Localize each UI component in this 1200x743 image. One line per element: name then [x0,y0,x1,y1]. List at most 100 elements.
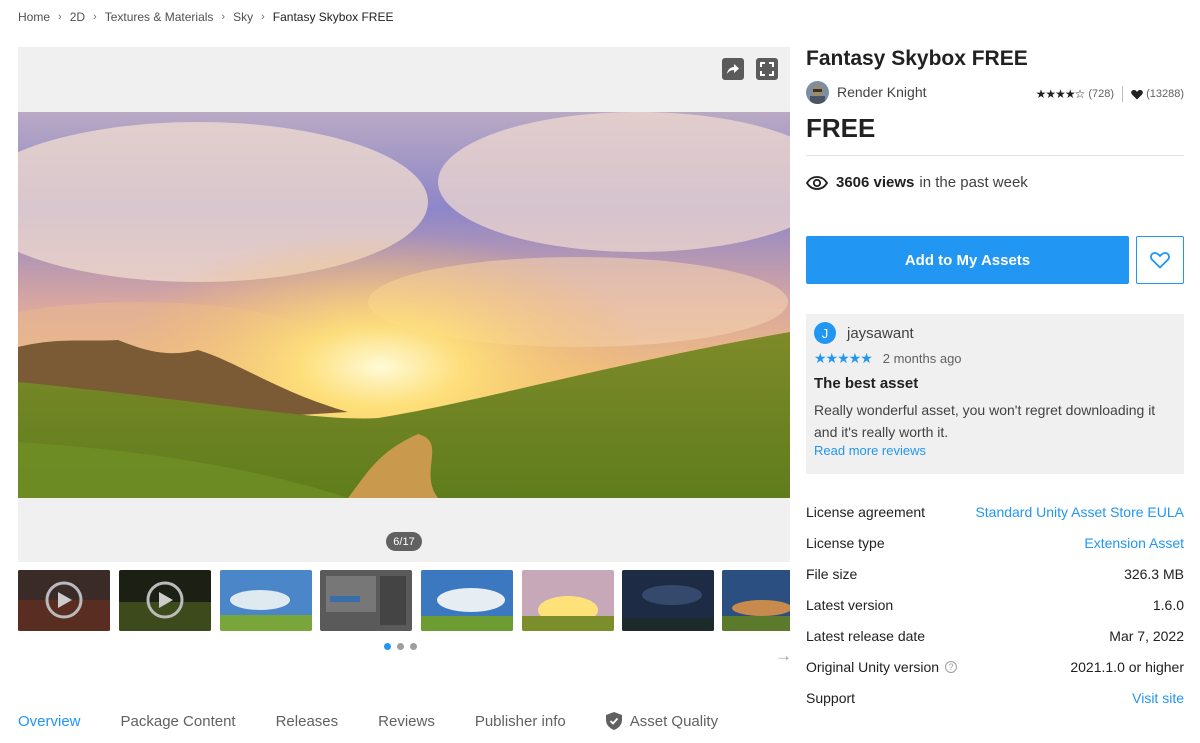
breadcrumb: Home › 2D › Textures & Materials › Sky ›… [18,10,393,24]
detail-label: Support [806,690,856,706]
carousel-dots [384,643,417,650]
chevron-right-icon: › [221,11,226,23]
detail-row-license-agreement: License agreement Standard Unity Asset S… [806,504,1184,535]
fullscreen-icon [760,62,774,76]
wishlist-button[interactable] [1136,236,1184,284]
breadcrumb-home[interactable]: Home [18,10,50,24]
heart-outline-icon [1150,252,1170,269]
chevron-right-icon: › [261,11,265,23]
breadcrumb-sky[interactable]: Sky [233,10,253,24]
thumbnail-image-7[interactable] [622,570,714,631]
detail-label: Original Unity version [806,659,940,675]
arrow-right-icon[interactable]: → [775,646,792,666]
carousel-dot-1[interactable] [384,643,391,650]
detail-row-unity-version: Original Unity version ? 2021.1.0 or hig… [806,659,1184,690]
main-preview-image[interactable] [18,112,790,498]
editor-thumbnail-image [320,570,412,631]
product-info-panel: Fantasy Skybox FREE Render Knight ★★★★☆ … [806,45,1184,706]
review-header: J jaysawant [814,322,1176,344]
media-gallery: 6/17 [18,47,790,562]
detail-label: License type [806,535,885,551]
views-suffix: in the past week [919,174,1028,191]
divider [1122,86,1124,102]
review-title: The best asset [814,375,919,392]
publisher-name[interactable]: Render Knight [837,84,927,100]
thumbnail-image-6[interactable] [522,570,614,631]
tab-releases[interactable]: Releases [276,712,339,730]
publisher-avatar[interactable] [806,81,829,104]
dusk-thumbnail-image [722,570,790,631]
video-thumbnail-image [18,570,110,631]
chevron-right-icon: › [58,11,62,23]
thumbnail-image-5[interactable] [421,570,513,631]
file-size-value: 326.3 MB [1124,566,1184,582]
fantasy-sky-landscape-image [18,112,790,498]
reviewer-avatar: J [814,322,836,344]
tab-publisher-info[interactable]: Publisher info [475,712,566,730]
asset-details: License agreement Standard Unity Asset S… [806,504,1184,721]
detail-row-support: Support Visit site [806,690,1184,721]
chevron-right-icon: › [93,11,97,23]
add-to-my-assets-button[interactable]: Add to My Assets [806,236,1129,284]
breadcrumb-current: Fantasy Skybox FREE [272,10,394,24]
thumbnail-image-8[interactable] [722,570,790,631]
latest-version-value: 1.6.0 [1152,597,1184,613]
support-visit-site-link[interactable]: Visit site [1132,690,1184,706]
thumbnail-video-2[interactable] [119,570,211,631]
thumbnail-video-1[interactable] [18,570,110,631]
detail-row-latest-version: Latest version 1.6.0 [806,597,1184,628]
license-type-link[interactable]: Extension Asset [1084,535,1184,551]
divider [806,155,1184,156]
detail-label: Latest version [806,597,894,613]
price: FREE [806,113,876,143]
tab-reviews[interactable]: Reviews [378,712,435,730]
sky-thumbnail-image [220,570,312,631]
detail-row-license-type: License type Extension Asset [806,535,1184,566]
breadcrumb-2d[interactable]: 2D [70,10,85,24]
tab-asset-quality-label: Asset Quality [629,712,719,730]
detail-row-release-date: Latest release date Mar 7, 2022 [806,628,1184,659]
review-body: Really wonderful asset, you won't regret… [814,402,1156,440]
carousel-dot-2[interactable] [397,643,404,650]
tab-package-content[interactable]: Package Content [121,712,236,730]
carousel-dot-3[interactable] [410,643,417,650]
unity-version-value: 2021.1.0 or higher [1070,659,1184,675]
thumbnail-strip [18,570,790,631]
fullscreen-button[interactable] [756,58,778,80]
detail-label: Latest release date [806,628,926,644]
breadcrumb-textures[interactable]: Textures & Materials [105,10,214,24]
tab-overview[interactable]: Overview [18,712,81,730]
read-more-reviews-link[interactable]: Read more reviews [814,443,1176,458]
rating-stars: ★★★★☆ [1035,87,1086,101]
favorite-count: (13288) [1146,88,1184,100]
weekly-views: 3606 views in the past week [806,174,1184,191]
knight-avatar-image [806,81,829,104]
rating-count: (728) [1088,88,1115,100]
license-agreement-link[interactable]: Standard Unity Asset Store EULA [975,504,1184,520]
share-button[interactable] [722,58,744,80]
night-thumbnail-image [622,570,714,631]
detail-row-file-size: File size 326.3 MB [806,566,1184,597]
detail-label-with-help: Original Unity version ? [806,659,958,675]
rating-summary[interactable]: ★★★★☆ (728) (13288) [1036,86,1184,102]
product-tabs: Overview Package Content Releases Review… [18,712,758,730]
featured-review: J jaysawant ★★★★★ 2 months ago The best … [806,314,1184,474]
review-stars: ★★★★★ [814,350,873,366]
image-counter-badge: 6/17 [386,532,422,551]
thumbnail-image-3[interactable] [220,570,312,631]
review-date: 2 months ago [882,351,962,366]
publisher-row: Render Knight ★★★★☆ (728) (13288) [806,81,1184,107]
reviewer-name: jaysawant [847,324,914,342]
help-icon[interactable]: ? [945,661,958,673]
review-meta: ★★★★★ 2 months ago [814,350,1176,367]
cta-row: Add to My Assets [806,236,1184,284]
product-title: Fantasy Skybox FREE [806,47,1028,70]
heart-icon [1131,89,1143,99]
video-thumbnail-image [119,570,211,631]
sky-thumbnail-image [421,570,513,631]
shield-check-icon [605,712,622,730]
views-count: 3606 views [836,174,915,191]
detail-label: File size [806,566,858,582]
thumbnail-image-4[interactable] [320,570,412,631]
tab-asset-quality[interactable]: Asset Quality [605,712,719,730]
